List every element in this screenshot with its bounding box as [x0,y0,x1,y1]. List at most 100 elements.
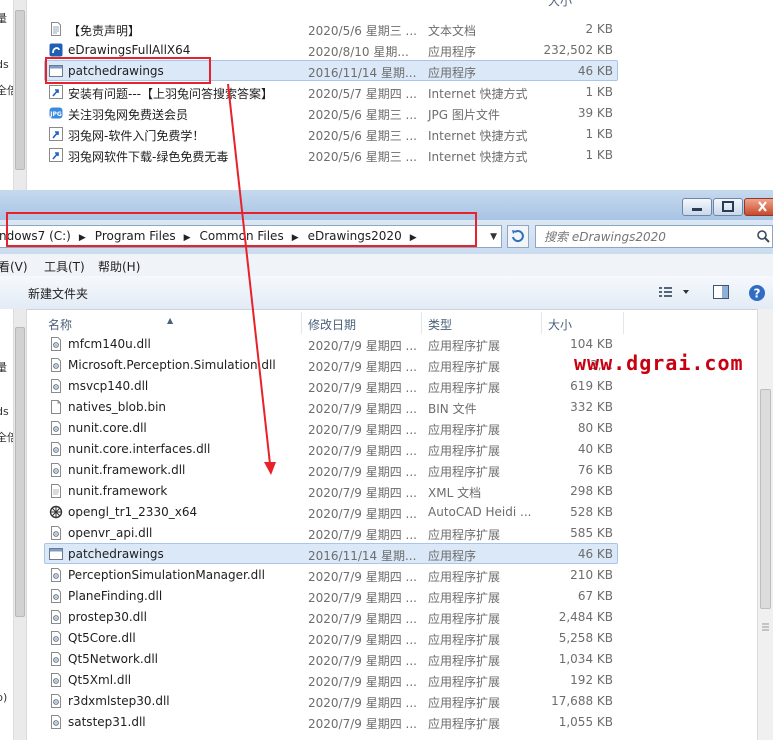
file-type: 应用程序 [428,549,477,563]
file-row[interactable]: opengl_tr1_2330_x64 2020/7/9 星期四 ... AutoC… [44,501,618,522]
file-name: Qt5Xml.dll [68,673,132,687]
file-name: prostep30.dll [68,610,147,624]
column-header-name[interactable]: 名称 [48,316,72,333]
file-row-selected[interactable]: patchedrawings 2016/11/14 星期... 应用程序 46 KB [44,543,618,564]
title-bar[interactable] [0,190,773,220]
file-row[interactable]: nunit.framework 2020/7/9 星期四 ... XML 文档 298… [44,480,618,501]
view-options-icon[interactable] [657,284,693,300]
file-name: 【免责声明】 [68,24,141,38]
file-size: 5,258 KB [558,631,613,645]
scrollbar-thumb[interactable] [15,327,25,617]
file-size: 1 KB [585,148,613,162]
file-name: Microsoft.Perception.Simulation.dll [68,358,276,372]
file-row[interactable]: nunit.core.dll 2020/7/9 星期四 ... 应用程序扩展 80 K… [44,417,618,438]
chevron-right-icon[interactable]: ▶ [292,233,299,243]
file-row[interactable]: Qt5Core.dll 2020/7/9 星期四 ... 应用程序扩展 5,258 K… [44,627,618,648]
column-divider[interactable] [301,312,302,334]
file-row[interactable]: openvr_api.dll 2020/7/9 星期四 ... 应用程序扩展 585 … [44,522,618,543]
file-date: 2020/7/9 星期四 ... [308,360,417,374]
breadcrumb-program-files[interactable]: Program Files [95,229,176,243]
close-button[interactable] [744,198,773,216]
file-name: nunit.framework [68,484,168,498]
file-row[interactable]: msvcp140.dll 2020/7/9 星期四 ... 应用程序扩展 619 KB [44,375,618,396]
file-type: 应用程序扩展 [428,633,501,647]
file-size: 39 KB [577,106,613,120]
exe-icon [49,548,63,560]
file-row[interactable]: nunit.framework.dll 2020/7/9 星期四 ... 应用程序扩… [44,459,618,480]
help-icon[interactable]: ? [748,284,766,302]
file-row-selected[interactable]: patchedrawings 2016/11/14 星期... 应用程序 46 KB [44,60,618,81]
file-row[interactable]: JPG 关注羽兔网免费送会员 2020/5/6 星期三 ... JPG 图片文件 39 … [44,102,618,123]
chevron-right-icon[interactable]: ▶ [79,233,86,243]
menu-help[interactable]: 帮助(H) [98,258,140,275]
top-navigation-pane: 量 ds 全倍 [0,0,27,190]
chevron-right-icon[interactable]: ▶ [184,233,191,243]
menu-tools[interactable]: 工具(T) [44,258,85,275]
maximize-icon [722,201,734,212]
chevron-right-icon[interactable]: ▶ [410,233,417,243]
file-row[interactable]: Microsoft.Perception.Simulation.dll 2020/… [44,354,618,375]
file-type: 应用程序扩展 [428,423,501,437]
file-row[interactable]: prostep30.dll 2020/7/9 星期四 ... 应用程序扩展 2,484… [44,606,618,627]
file-size: 67 KB [577,589,613,603]
column-header-type[interactable]: 类型 [428,316,452,333]
column-divider[interactable] [623,312,624,334]
file-row[interactable]: PerceptionSimulationManager.dll 2020/7/9 … [44,564,618,585]
file-date: 2020/7/9 星期四 ... [308,507,417,521]
file-type: 文本文档 [428,24,477,38]
file-type: 应用程序扩展 [428,675,501,689]
top-nav-scrollbar[interactable] [13,0,26,190]
dll-icon [51,652,61,666]
file-row[interactable]: 羽兔网-软件入门免费学！ 2020/5/6 星期三 ... Internet 快捷方… [44,123,618,144]
dll-icon [51,463,61,477]
new-folder-button[interactable]: 新建文件夹 [28,285,88,302]
exe-icon [49,65,63,77]
refresh-button[interactable] [507,225,529,248]
file-row[interactable]: 安装有问题---【上羽兔问答搜索答案】 2020/5/7 星期四 ... Inter… [44,81,618,102]
column-divider[interactable] [541,312,542,334]
file-row[interactable]: r3dxmlstep30.dll 2020/7/9 星期四 ... 应用程序扩展 17… [44,690,618,711]
file-row[interactable]: natives_blob.bin 2020/7/9 星期四 ... BIN 文件 33… [44,396,618,417]
preview-pane-icon[interactable] [712,284,730,300]
file-row[interactable]: 羽兔网软件下载-绿色免费无毒 2020/5/6 星期三 ... Internet 快… [44,144,618,165]
column-header-date[interactable]: 修改日期 [308,316,356,333]
scrollbar-thumb[interactable] [15,10,25,170]
command-bar: 新建文件夹 ? [0,276,773,310]
address-bar[interactable]: ndows7 (C:) ▶ Program Files ▶ Common Files ▶ e… [0,225,502,248]
column-divider[interactable] [421,312,422,334]
file-row[interactable]: PlaneFinding.dll 2020/7/9 星期四 ... 应用程序扩展 67… [44,585,618,606]
search-box[interactable] [535,225,773,248]
file-size: 104 KB [570,337,613,351]
file-size: 46 KB [577,547,613,561]
file-name: patchedrawings [68,547,164,561]
nav-scrollbar[interactable] [13,309,26,740]
file-row[interactable]: eDrawingsFullAllX64 2020/8/10 星期... 应用程序 23… [44,39,618,60]
file-type: 应用程序扩展 [428,654,501,668]
file-row[interactable]: 【免责声明】 2020/5/6 星期三 ... 文本文档 2 KB [44,18,618,39]
search-icon[interactable] [756,229,770,243]
search-input[interactable] [542,229,746,245]
file-row[interactable]: satstep31.dll 2020/7/9 星期四 ... 应用程序扩展 1,055… [44,711,618,732]
edrawings-app-icon [49,43,63,57]
file-row[interactable]: Qt5Xml.dll 2020/7/9 星期四 ... 应用程序扩展 192 KB [44,669,618,690]
file-row[interactable]: mfcm140u.dll 2020/7/9 星期四 ... 应用程序扩展 104 KB [44,333,618,354]
file-row[interactable]: nunit.core.interfaces.dll 2020/7/9 星期四 ..… [44,438,618,459]
file-size: 2,484 KB [558,610,613,624]
column-header-size[interactable]: 大小 [548,316,572,333]
scrollbar-thumb[interactable] [760,389,771,609]
file-date: 2020/5/6 星期三 ... [308,108,417,122]
file-list-scrollbar[interactable] [757,309,773,740]
file-row[interactable]: Qt5Network.dll 2020/7/9 星期四 ... 应用程序扩展 1,03… [44,648,618,669]
breadcrumb-drive[interactable]: ndows7 (C:) [0,229,71,243]
breadcrumb-edrawings2020[interactable]: eDrawings2020 [308,229,402,243]
file-size: 2 KB [585,22,613,36]
menu-view[interactable]: 看(V) [0,258,28,275]
dll-icon [51,715,61,729]
address-dropdown-icon[interactable]: ▼ [490,232,497,242]
minimize-button[interactable] [682,198,712,216]
maximize-button[interactable] [713,198,743,216]
file-name: 羽兔网软件下载-绿色免费无毒 [68,150,229,164]
breadcrumb-common-files[interactable]: Common Files [200,229,284,243]
column-header-size[interactable]: 大小 [548,0,572,9]
file-size: 1 KB [585,85,613,99]
